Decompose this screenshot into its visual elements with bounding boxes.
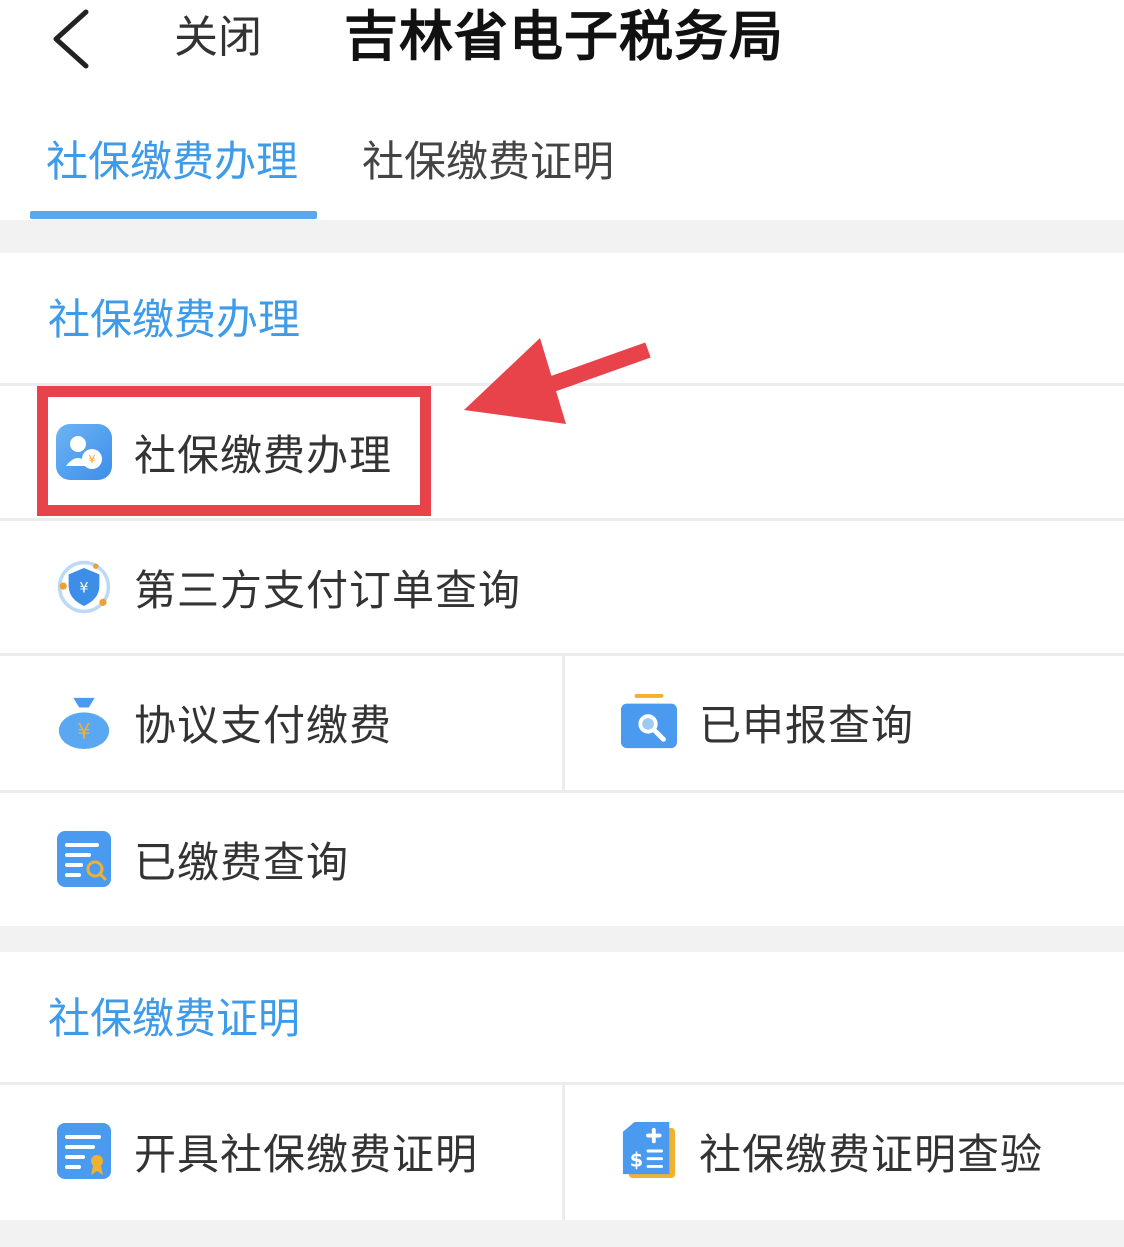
item-label: 协议支付缴费: [134, 700, 393, 750]
tab-social-security-certificate[interactable]: 社保缴费证明: [362, 132, 614, 192]
item-declared-query[interactable]: 已申报查询: [565, 656, 1124, 788]
item-label: 社保缴费证明查验: [699, 1129, 1044, 1179]
item-label: 已缴费查询: [134, 837, 350, 887]
svg-text:¥: ¥: [79, 580, 88, 596]
tab-bar: 社保缴费办理 社保缴费证明: [0, 118, 1124, 220]
red-arrow-icon: [464, 338, 651, 424]
folder-search-icon: [621, 694, 677, 750]
page-title: 吉林省电子税务局: [344, 5, 784, 68]
back-button[interactable]: [40, 6, 100, 72]
svg-text:¥: ¥: [77, 719, 91, 744]
item-agreement-payment[interactable]: ¥ 协议支付缴费: [0, 656, 562, 788]
header: 关闭 吉林省电子税务局 社保缴费办理 社保缴费证明: [0, 0, 1124, 220]
page: 关闭 吉林省电子税务局 社保缴费办理 社保缴费证明 社保缴费办理 ¥ 社保缴费办…: [0, 0, 1124, 1247]
document-dollar-icon: $: [621, 1122, 677, 1179]
section-title-certificate: 社保缴费证明: [48, 994, 301, 1043]
svg-text:$: $: [630, 1148, 643, 1171]
active-tab-indicator: [30, 211, 317, 219]
money-bag-icon: ¥: [56, 694, 112, 750]
close-button[interactable]: 关闭: [174, 10, 262, 66]
item-paid-query[interactable]: 已缴费查询: [0, 793, 1124, 925]
item-label: 第三方支付订单查询: [134, 565, 522, 615]
chevron-left-icon: [53, 9, 89, 69]
item-verify-certificate[interactable]: $ 社保缴费证明查验: [565, 1085, 1124, 1217]
item-label: 开具社保缴费证明: [134, 1129, 479, 1179]
item-issue-certificate[interactable]: 开具社保缴费证明: [0, 1085, 562, 1217]
section-title-payment: 社保缴费办理: [48, 295, 301, 344]
shield-yuan-icon: ¥: [56, 559, 112, 615]
item-label: 已申报查询: [699, 700, 915, 750]
tab-social-security-payment[interactable]: 社保缴费办理: [46, 132, 298, 192]
document-search-icon: [56, 831, 112, 887]
item-third-party-order-query[interactable]: ¥ 第三方支付订单查询: [0, 521, 1124, 653]
certificate-icon: [56, 1123, 112, 1179]
highlight-box: [37, 386, 431, 516]
section-certificate: 社保缴费证明 开具社保缴费证明 $ 社保缴费证明查验: [0, 952, 1124, 1220]
